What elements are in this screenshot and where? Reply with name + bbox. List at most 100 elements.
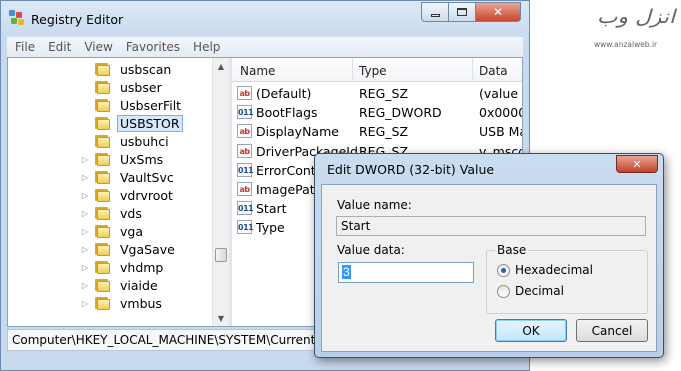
tree-item-label: VaultSvc [120,169,174,185]
menu-help[interactable]: Help [193,40,220,54]
expand-arrow-icon[interactable]: ▷ [80,155,90,164]
menu-edit[interactable]: Edit [48,40,71,54]
value-data-cell: (value n [479,86,522,101]
expand-arrow-icon[interactable]: ▷ [80,281,90,290]
close-button[interactable]: ✕ [476,2,521,22]
value-name-field: Start [336,216,646,236]
value-name-text: Start [341,219,371,233]
tree-item[interactable]: usbuhci [80,132,172,150]
column-name-header[interactable]: Name [240,64,275,78]
decimal-radio[interactable]: Decimal [497,284,564,298]
close-icon: ✕ [632,157,642,171]
maximize-icon [457,8,467,16]
tree-item-label: viaide [120,277,158,293]
value-name-cell: BootFlags [256,105,318,121]
minimize-button[interactable] [421,2,449,22]
value-data-label: Value data: [337,243,405,257]
decimal-label: Decimal [515,284,564,298]
value-type-cell: REG_SZ [359,86,409,101]
tree-item[interactable]: usbscan [80,60,174,78]
tree-item[interactable]: ▷ vmbus [80,294,165,312]
tree-item-label: UsbserFilt [120,97,182,113]
expand-arrow-icon[interactable]: ▷ [80,263,90,272]
menu-view[interactable]: View [84,40,112,54]
tree-item[interactable]: UsbserFilt [80,96,184,114]
binary-value-icon: 011 [237,162,254,177]
scroll-up-icon[interactable]: ▲ [213,58,229,74]
folder-icon [93,260,111,275]
column-divider[interactable] [472,58,473,82]
tree-item[interactable]: usbser [80,78,165,96]
value-row[interactable]: 011BootFlags REG_DWORD 0x00000 [232,103,522,122]
close-icon: ✕ [492,5,504,19]
ok-button[interactable]: OK [495,319,567,342]
dialog-title: Edit DWORD (32-bit) Value [327,162,495,177]
tree-item[interactable]: USBSTOR [80,114,183,132]
tree-item[interactable]: ▷ VgaSave [80,240,178,258]
expand-arrow-icon[interactable]: ▷ [80,191,90,200]
expand-arrow-icon[interactable]: ▷ [80,209,90,218]
folder-icon [93,98,111,113]
folder-icon [93,134,111,149]
value-name-cell: (Default) [256,86,312,101]
hexadecimal-radio[interactable]: Hexadecimal [497,263,593,277]
tree-scrollbar[interactable]: ▲ ▼ [212,58,229,326]
expand-arrow-icon[interactable]: ▷ [80,299,90,308]
maximize-button[interactable] [449,2,476,22]
title-bar[interactable]: Registry Editor ✕ [1,1,529,35]
folder-icon [93,242,111,257]
caption-buttons: ✕ [421,2,521,22]
menu-bar: File Edit View Favorites Help [7,37,523,57]
key-tree-pane[interactable]: usbscan usbser UsbserFilt USBSTOR usbuhci ▷ Ux… [8,58,229,326]
dialog-body: Value name: Start Value data: 3 Base Hex… [321,184,657,352]
column-data-header[interactable]: Data [479,64,508,78]
folder-icon [93,188,111,203]
string-value-icon: ab [237,124,252,139]
folder-icon [93,206,111,221]
column-type-header[interactable]: Type [359,64,387,78]
folder-icon [93,152,111,167]
value-row[interactable]: ab (Default) REG_SZ (value n [232,84,522,103]
value-name-cell: Type [256,220,285,236]
tree-item[interactable]: ▷ vds [80,204,145,222]
tree-item[interactable]: ▷ VaultSvc [80,168,177,186]
value-row[interactable]: ab DisplayName REG_SZ USB Ma [232,122,522,141]
value-data-input[interactable]: 3 [338,262,474,283]
value-data-text: 3 [342,265,351,279]
dialog-close-button[interactable]: ✕ [616,155,658,173]
tree-item[interactable]: ▷ vga [80,222,146,240]
tree-item-label: usbser [120,79,162,95]
expand-arrow-icon[interactable]: ▷ [80,227,90,236]
binary-value-icon: 011 [237,201,254,216]
tree-item[interactable]: ▷ UxSms [80,150,166,168]
expand-arrow-icon[interactable]: ▷ [80,245,90,254]
column-divider[interactable] [352,58,353,82]
cancel-button[interactable]: Cancel [576,319,648,342]
value-type-cell: REG_SZ [359,124,409,140]
expand-arrow-icon[interactable]: ▷ [80,173,90,182]
binary-value-icon: 011 [237,220,254,235]
ok-label: OK [522,323,540,338]
key-path: Computer\HKEY_LOCAL_MACHINE\SYSTEM\Curre… [12,333,344,347]
string-value-icon: ab [237,143,252,158]
value-name-cell: ImagePath [256,182,323,197]
cancel-label: Cancel [591,323,633,338]
string-value-icon: ab [237,86,252,100]
list-header: Name Type Data [232,58,522,82]
menu-file[interactable]: File [15,40,35,54]
value-data-cell: 0x00000 [479,105,522,121]
tree-item[interactable]: ▷ viaide [80,276,161,294]
folder-icon [93,62,111,77]
tree-item-label: usbuhci [120,133,169,149]
tree-item-label: vmbus [120,295,162,311]
value-name-cell: DisplayName [256,124,339,140]
tree-item[interactable]: ▷ vdrvroot [80,186,176,204]
tree-item[interactable]: ▷ vhdmp [80,258,166,276]
value-data-cell: USB Ma [479,124,522,140]
scrollbar-thumb[interactable] [215,248,227,262]
menu-favorites[interactable]: Favorites [126,40,180,54]
folder-icon [93,296,111,311]
scroll-down-icon[interactable]: ▼ [213,310,229,326]
watermark: انزل وب www.anzalweb.ir [588,4,678,54]
folder-icon [93,224,111,239]
